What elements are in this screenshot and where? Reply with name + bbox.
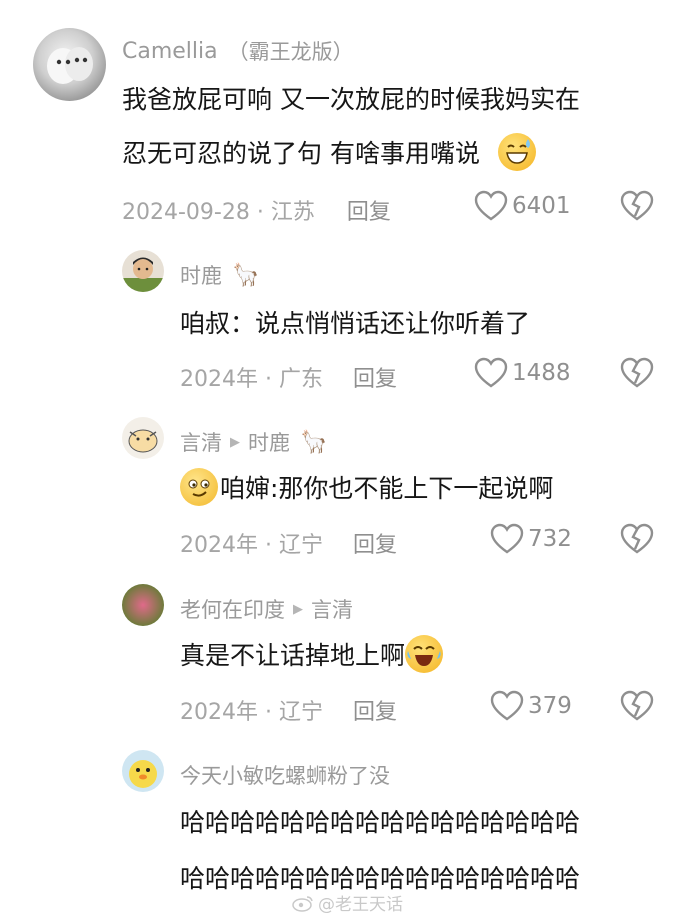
like-button[interactable]: 6401	[474, 190, 571, 222]
avatar[interactable]	[122, 250, 164, 292]
username-suffix: （霸王龙版）	[227, 40, 354, 64]
date-location: 2024-09-28 · 江苏	[122, 200, 315, 225]
dislike-button[interactable]	[620, 690, 654, 726]
comment-meta: 2024年 · 辽宁 回复	[180, 694, 397, 726]
like-count: 379	[528, 693, 572, 719]
like-button[interactable]: 379	[490, 690, 572, 722]
comment-line: 真是不让话掉地上啊	[180, 629, 444, 683]
dislike-button[interactable]	[620, 357, 654, 393]
date-location: 2024年 · 辽宁	[180, 533, 323, 558]
smirk-emoji	[180, 468, 218, 506]
reply-button[interactable]: 回复	[353, 527, 397, 559]
broken-heart-icon	[620, 523, 654, 554]
username-text: 言清	[180, 431, 222, 455]
heart-icon	[490, 523, 524, 554]
username[interactable]: 时鹿 🦙	[180, 260, 259, 290]
grinning-sweat-emoji	[497, 133, 536, 171]
username-text: 时鹿	[180, 264, 222, 288]
reply-button[interactable]: 回复	[353, 361, 397, 393]
reply-to-username[interactable]: 时鹿	[248, 427, 290, 457]
alpaca-badge-icon: 🦙	[300, 429, 328, 455]
date-location: 2024年 · 广东	[180, 367, 323, 392]
heart-icon	[474, 190, 508, 221]
heart-icon	[490, 690, 524, 721]
username[interactable]: 老何在印度 ▶ 言清	[180, 594, 353, 624]
broken-heart-icon	[620, 357, 654, 388]
comment-meta: 2024年 · 辽宁 回复	[180, 527, 397, 559]
comment-meta: 2024-09-28 · 江苏 回复	[122, 194, 391, 226]
weibo-logo-icon	[292, 895, 313, 912]
username[interactable]: Camellia （霸王龙版）	[122, 36, 354, 66]
comment-line: 忍无可忍的说了句 有啥事用嘴说	[122, 127, 580, 181]
comment-line: 咱婶:那你也不能上下一起说啊	[180, 462, 553, 516]
comment-text: 咱婶:那你也不能上下一起说啊	[180, 462, 553, 516]
watermark: @老王天话	[292, 890, 403, 915]
dislike-button[interactable]	[620, 190, 654, 226]
date-location: 2024年 · 辽宁	[180, 700, 323, 725]
username-text: Camellia	[122, 38, 218, 64]
avatar[interactable]	[122, 584, 164, 626]
watermark-text: @老王天话	[318, 895, 403, 915]
comment-line: 哈哈哈哈哈哈哈哈哈哈哈哈哈哈哈哈	[180, 808, 581, 837]
comment-line: 咱叔：说点悄悄话还让你听着了	[180, 309, 531, 338]
like-button[interactable]: 732	[490, 523, 572, 555]
reply-to-username[interactable]: 言清	[311, 594, 353, 624]
comment-text: 我爸放屁可响 又一次放屁的时候我妈实在 忍无可忍的说了句 有啥事用嘴说	[122, 73, 580, 181]
username-text: 老何在印度	[180, 598, 285, 622]
avatar[interactable]	[122, 750, 164, 792]
avatar[interactable]	[33, 28, 106, 101]
reply-button[interactable]: 回复	[347, 194, 391, 226]
reply-arrow-icon: ▶	[293, 601, 303, 617]
like-count: 732	[528, 526, 572, 552]
broken-heart-icon	[620, 690, 654, 721]
like-count: 6401	[512, 193, 571, 219]
comment-text: 咱叔：说点悄悄话还让你听着了	[180, 297, 530, 351]
comment-line: 我爸放屁可响 又一次放屁的时候我妈实在	[122, 85, 580, 114]
avatar[interactable]	[122, 417, 164, 459]
heart-icon	[474, 357, 508, 388]
dislike-button[interactable]	[620, 523, 654, 559]
alpaca-badge-icon: 🦙	[232, 262, 260, 288]
like-button[interactable]: 1488	[474, 357, 571, 389]
laugh-cry-emoji	[405, 635, 444, 673]
username[interactable]: 今天小敏吃螺蛳粉了没	[180, 760, 390, 790]
username[interactable]: 言清 ▶ 时鹿 🦙	[180, 427, 327, 457]
reply-button[interactable]: 回复	[353, 694, 397, 726]
username-text: 今天小敏吃螺蛳粉了没	[180, 764, 390, 788]
comment-meta: 2024年 · 广东 回复	[180, 361, 397, 393]
comment-text: 真是不让话掉地上啊	[180, 629, 444, 683]
like-count: 1488	[512, 360, 571, 386]
broken-heart-icon	[620, 190, 654, 221]
reply-arrow-icon: ▶	[230, 434, 240, 450]
